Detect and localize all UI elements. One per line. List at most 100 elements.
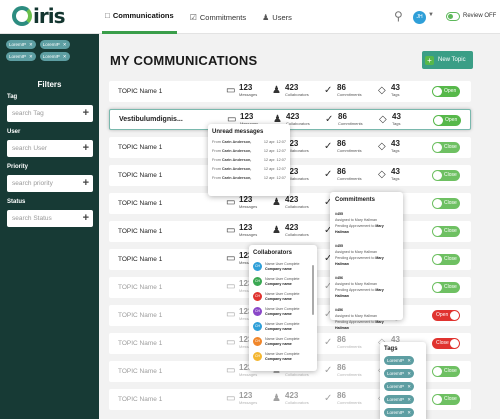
add-icon[interactable]: +: [83, 175, 89, 192]
status-toggle[interactable]: Close: [432, 198, 460, 209]
status-toggle[interactable]: Open: [432, 310, 460, 321]
tag-chip[interactable]: LoremIP ✕: [384, 369, 414, 378]
topic-name[interactable]: TOPIC Name 1: [118, 200, 162, 207]
collaborators-stat[interactable]: ♟ 423Collaborators: [272, 392, 309, 406]
status-toggle[interactable]: Open: [432, 86, 460, 97]
messages-stat[interactable]: ▭123Messages: [226, 196, 257, 210]
collaborator-item[interactable]: CH Name User Complete Company name: [253, 292, 313, 301]
tag-chip[interactable]: LoremIP ✕: [384, 356, 414, 365]
filter-chip[interactable]: LoremIP ✕: [39, 52, 70, 61]
status-toggle[interactable]: Close: [432, 226, 460, 237]
collaborator-item[interactable]: CH Name User Complete Company name: [253, 337, 313, 346]
tag-chip[interactable]: LoremIP ✕: [384, 408, 414, 417]
collaborators-stat[interactable]: ♟ 423Collaborators: [272, 224, 309, 238]
topic-name[interactable]: TOPIC Name 1: [118, 368, 162, 375]
topic-name[interactable]: TOPIC Name 1: [118, 256, 162, 263]
commitment-item[interactable]: #455 Assigned to Mary Hallman Pending Appr…: [335, 211, 398, 235]
status-toggle[interactable]: Close: [432, 338, 460, 349]
commitment-item[interactable]: #456 Assigned to Mary Hallman Pending Appr…: [335, 307, 398, 331]
topic-row[interactable]: TOPIC Name 1▭123Messages♟423Collaborator…: [109, 165, 471, 186]
topic-name[interactable]: Vestibulumdignis...: [119, 116, 183, 123]
status-search-input[interactable]: search Status +: [7, 210, 93, 227]
close-icon[interactable]: ✕: [29, 42, 33, 48]
filter-chip[interactable]: LoremIP ✕: [6, 52, 36, 61]
add-icon[interactable]: +: [83, 140, 89, 157]
add-icon[interactable]: +: [83, 210, 89, 227]
topic-name[interactable]: TOPIC Name 1: [118, 396, 162, 403]
scrollbar[interactable]: [312, 265, 314, 315]
commitment-item[interactable]: #455 Assigned to Mary Hallman Pending Appr…: [335, 243, 398, 267]
new-topic-button[interactable]: + New Topic: [422, 51, 473, 69]
status-toggle[interactable]: Close: [432, 282, 460, 293]
nav-communications[interactable]: □ Communications: [102, 0, 177, 34]
tag-search-input[interactable]: search Tag +: [7, 105, 93, 122]
chevron-down-icon[interactable]: ▼: [428, 12, 434, 18]
status-toggle[interactable]: Close: [432, 254, 460, 265]
status-toggle[interactable]: Close: [432, 394, 460, 405]
tags-stat[interactable]: ◇ 43Tags: [378, 140, 400, 154]
tag-chip[interactable]: LoremIP ✕: [384, 382, 414, 391]
topic-name[interactable]: TOPIC Name 1: [118, 284, 162, 291]
commitment-item[interactable]: #456 Assigned to Mary Hallman Pending Appr…: [335, 275, 398, 299]
topic-name[interactable]: TOPIC Name 1: [118, 312, 162, 319]
topic-row[interactable]: TOPIC Name 1 ▭123Messages ♟423Collaborator…: [109, 221, 471, 242]
user-avatar[interactable]: JH: [413, 11, 426, 24]
unread-message-item[interactable]: From Carin Anderson, 12 apr. 12:07: [212, 149, 286, 153]
iris-logo[interactable]: iris: [12, 6, 66, 26]
user-search-input[interactable]: search User +: [7, 140, 93, 157]
topic-name[interactable]: TOPIC Name 1: [118, 228, 162, 235]
commitments-stat[interactable]: ✓ 86Commitments: [324, 168, 362, 182]
collaborators-stat[interactable]: ♟ 423Collaborators: [272, 196, 309, 210]
close-icon[interactable]: ✕: [29, 54, 33, 60]
commitments-stat[interactable]: ✓ 86Commitments: [324, 84, 362, 98]
unread-message-item[interactable]: From Carin Anderson, 12 apr. 12:07: [212, 167, 286, 171]
close-icon[interactable]: ✕: [407, 358, 411, 364]
collaborator-item[interactable]: CH Name User Complete Company name: [253, 262, 313, 271]
collaborator-item[interactable]: CH Name User Complete Company name: [253, 307, 313, 316]
commitments-stat[interactable]: ✓ 86Commitments: [324, 364, 362, 378]
commitments-stat[interactable]: ✓ 86Commitments: [324, 336, 362, 350]
nav-commitments[interactable]: ☑ Commitments: [187, 0, 249, 34]
add-icon[interactable]: +: [83, 105, 89, 122]
unread-message-item[interactable]: From Carin Anderson, 12 apr. 12:07: [212, 140, 286, 144]
topic-row[interactable]: TOPIC Name 1 ▭123Messages ♟423Collaborator…: [109, 193, 471, 214]
topic-row[interactable]: Vestibulumdignis...▭123Messages♟423Colla…: [109, 109, 471, 130]
priority-search-input[interactable]: search priority +: [7, 175, 93, 192]
close-icon[interactable]: ✕: [63, 42, 67, 48]
filter-chip[interactable]: LoremIP ✕: [39, 40, 70, 49]
topic-name[interactable]: TOPIC Name 1: [118, 340, 162, 347]
topic-name[interactable]: TOPIC Name 1: [118, 172, 162, 179]
collaborators-stat[interactable]: ♟ 423Collaborators: [272, 84, 309, 98]
commitments-stat[interactable]: ✓ 86Commitments: [324, 140, 362, 154]
tags-stat[interactable]: ◇ 43Tags: [378, 84, 400, 98]
collaborator-item[interactable]: CH Name User Complete Company name: [253, 277, 313, 286]
tags-stat[interactable]: ◇ 43Tags: [379, 113, 401, 127]
messages-stat[interactable]: ▭123Messages: [226, 224, 257, 238]
messages-stat[interactable]: ▭123Messages: [226, 84, 257, 98]
collaborator-item[interactable]: CH Name User Complete Company name: [253, 322, 313, 331]
topic-name[interactable]: TOPIC Name 1: [118, 88, 162, 95]
review-toggle[interactable]: [446, 12, 460, 21]
unread-message-item[interactable]: From Carin Anderson, 12 apr. 12:07: [212, 176, 286, 180]
status-toggle[interactable]: Close: [432, 170, 460, 181]
close-icon[interactable]: ✕: [407, 371, 411, 377]
close-icon[interactable]: ✕: [407, 397, 411, 403]
search-icon[interactable]: ⚲: [394, 9, 403, 23]
commitments-stat[interactable]: ✓ 86Commitments: [325, 113, 363, 127]
messages-stat[interactable]: ▭123Messages: [226, 392, 257, 406]
collaborator-item[interactable]: CH Name User Complete Company name: [253, 352, 313, 361]
topic-row[interactable]: TOPIC Name 1▭123Messages♟423Collaborator…: [109, 137, 471, 158]
filter-chip[interactable]: LoremIP ✕: [6, 40, 36, 49]
close-icon[interactable]: ✕: [407, 384, 411, 390]
status-toggle[interactable]: Close: [432, 366, 460, 377]
status-toggle[interactable]: Close: [432, 142, 460, 153]
topic-name[interactable]: TOPIC Name 1: [118, 144, 162, 151]
topic-row[interactable]: TOPIC Name 1 ▭123Messages ♟423Collaborator…: [109, 81, 471, 102]
close-icon[interactable]: ✕: [407, 410, 411, 416]
close-icon[interactable]: ✕: [63, 54, 67, 60]
tag-chip[interactable]: LoremIP ✕: [384, 395, 414, 404]
commitments-stat[interactable]: ✓ 86Commitments: [324, 392, 362, 406]
unread-message-item[interactable]: From Carin Anderson, 12 apr. 12:07: [212, 158, 286, 162]
nav-users[interactable]: ♟ Users: [259, 0, 295, 34]
status-toggle[interactable]: Open: [433, 115, 461, 126]
